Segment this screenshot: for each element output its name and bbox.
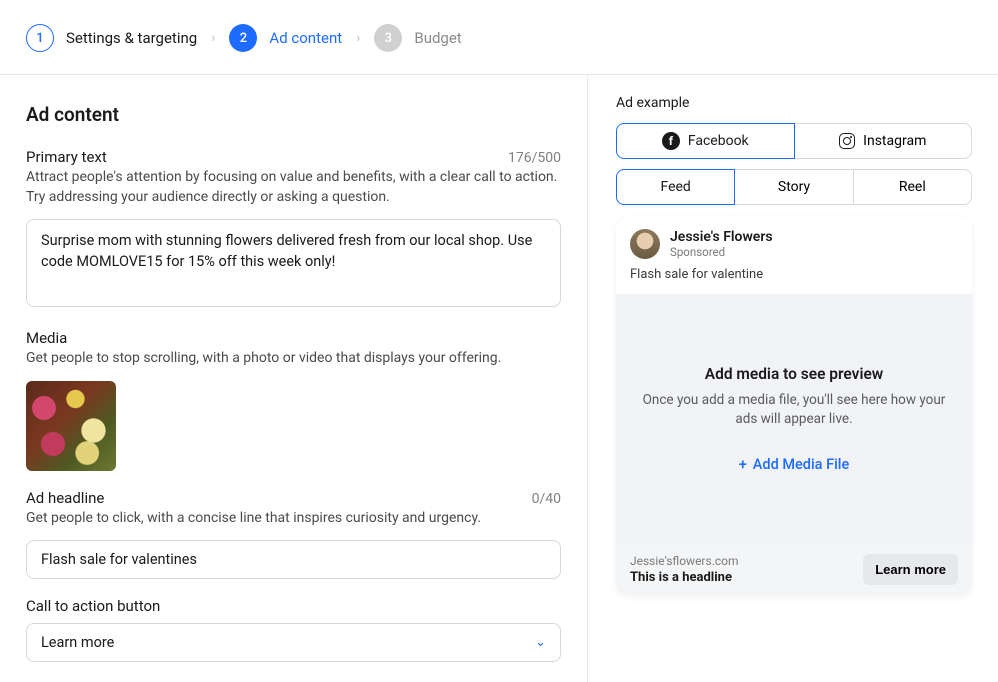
- cta-select[interactable]: Learn more ⌄: [26, 623, 561, 662]
- media-thumbnail[interactable]: [26, 381, 116, 471]
- tab-instagram[interactable]: Instagram: [795, 123, 973, 159]
- tab-facebook-label: Facebook: [688, 133, 749, 149]
- plus-icon: +: [739, 456, 747, 473]
- preview-label: Ad example: [616, 95, 972, 111]
- primary-text-help: Attract people's attention by focusing o…: [26, 168, 561, 207]
- tab-feed[interactable]: Feed: [616, 169, 735, 205]
- primary-text-label: Primary text: [26, 148, 107, 166]
- page-title: Ad content: [26, 103, 561, 126]
- headline-input[interactable]: [26, 540, 561, 579]
- tab-story[interactable]: Story: [735, 169, 852, 205]
- post-page-name: Jessie's Flowers: [670, 229, 773, 245]
- preview-card: Jessie's Flowers Sponsored Flash sale fo…: [616, 217, 972, 595]
- add-media-label: Add Media File: [753, 456, 849, 473]
- stepper: 1 Settings & targeting › 2 Ad content › …: [0, 0, 998, 75]
- post-footer-headline: This is a headline: [630, 570, 739, 585]
- tab-instagram-label: Instagram: [863, 133, 926, 149]
- headline-label: Ad headline: [26, 489, 104, 507]
- step-3-label: Budget: [414, 29, 461, 47]
- media-label: Media: [26, 329, 67, 347]
- step-2-circle[interactable]: 2: [229, 24, 257, 52]
- cta-label: Call to action button: [26, 597, 160, 615]
- headline-counter: 0/40: [532, 491, 561, 507]
- preview-cta-button[interactable]: Learn more: [863, 554, 958, 585]
- step-2-label[interactable]: Ad content: [269, 29, 342, 47]
- media-help: Get people to stop scrolling, with a pho…: [26, 349, 561, 369]
- avatar: [630, 229, 660, 259]
- format-tabs: Feed Story Reel: [616, 169, 972, 205]
- instagram-icon: [839, 133, 855, 149]
- media-placeholder: Add media to see preview Once you add a …: [616, 294, 972, 544]
- post-body-text: Flash sale for valentine: [616, 265, 972, 294]
- step-1-label[interactable]: Settings & targeting: [66, 29, 197, 47]
- post-sponsored: Sponsored: [670, 245, 773, 259]
- platform-tabs: f Facebook Instagram: [616, 123, 972, 159]
- post-footer-domain: Jessie'sflowers.com: [630, 554, 739, 568]
- add-media-link[interactable]: + Add Media File: [739, 456, 850, 473]
- step-3-circle: 3: [374, 24, 402, 52]
- step-1-circle[interactable]: 1: [26, 24, 54, 52]
- primary-text-counter: 176/500: [508, 150, 561, 166]
- post-header: Jessie's Flowers Sponsored: [616, 217, 972, 265]
- tab-facebook[interactable]: f Facebook: [616, 123, 795, 159]
- right-column: Ad example f Facebook Instagram Feed Sto…: [588, 75, 998, 682]
- chevron-right-icon: ›: [356, 30, 360, 46]
- headline-help: Get people to click, with a concise line…: [26, 509, 561, 529]
- left-column: Ad content Primary text 176/500 Attract …: [0, 75, 588, 682]
- post-footer: Jessie'sflowers.com This is a headline L…: [616, 544, 972, 595]
- placeholder-body: Once you add a media file, you'll see he…: [640, 391, 948, 429]
- primary-text-input[interactable]: [26, 219, 561, 307]
- chevron-right-icon: ›: [211, 30, 215, 46]
- cta-value: Learn more: [41, 634, 114, 651]
- flower-image: [26, 381, 116, 471]
- placeholder-title: Add media to see preview: [705, 365, 884, 383]
- tab-reel[interactable]: Reel: [853, 169, 972, 205]
- facebook-icon: f: [662, 132, 680, 150]
- chevron-down-icon: ⌄: [535, 635, 546, 650]
